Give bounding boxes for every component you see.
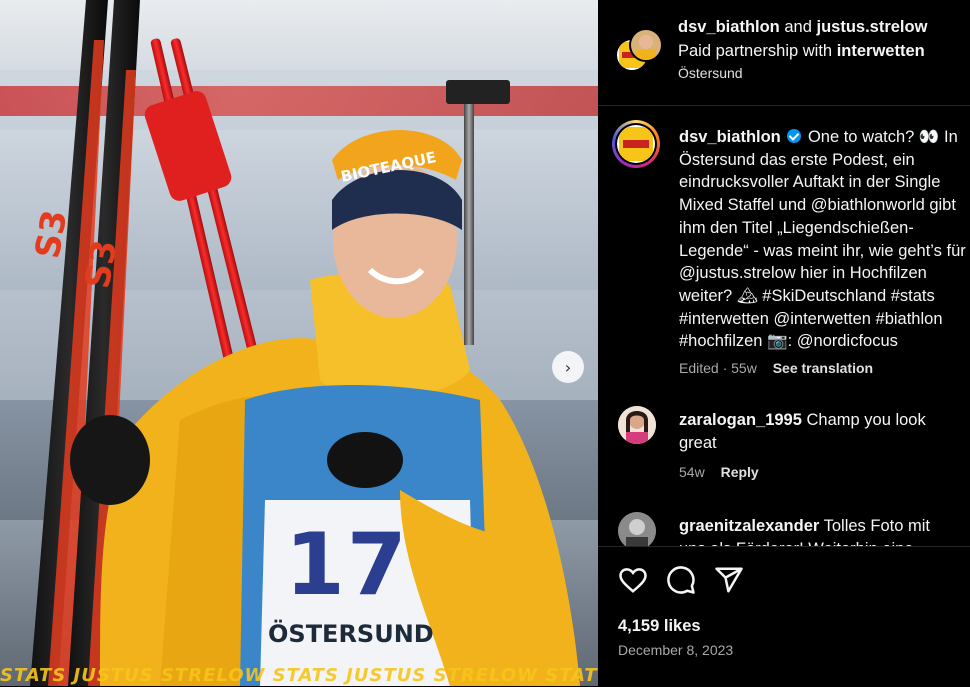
dsv-logo-icon	[619, 127, 653, 161]
carousel-next-button[interactable]: ›	[552, 351, 584, 383]
avatar-image	[617, 125, 655, 163]
bib-number: 17	[285, 515, 409, 615]
header-authors: dsv_biathlon and justus.strelow	[678, 18, 927, 37]
bib-text: ÖSTERSUND	[268, 620, 434, 648]
likes-count[interactable]: 4,159 likes	[618, 617, 701, 636]
comment-icon[interactable]	[666, 565, 696, 595]
partner-link[interactable]: interwetten	[837, 42, 925, 60]
comment-username[interactable]: zaralogan_1995	[679, 411, 802, 429]
post-date: December 8, 2023	[618, 642, 734, 658]
post-actions: 4,159 likes December 8, 2023	[598, 546, 970, 687]
justus-avatar[interactable]	[629, 28, 663, 62]
caption-meta: Edited · 55w See translation	[679, 360, 873, 376]
caption: dsv_biathlon One to watch? 👀 In Östersun…	[679, 126, 969, 353]
post-header: dsv_biathlon and justus.strelow Paid par…	[598, 0, 970, 106]
person-avatar-icon	[636, 35, 656, 60]
caption-avatar[interactable]	[612, 120, 660, 168]
person-avatar-icon	[618, 406, 656, 444]
comment-meta: 54w Reply	[679, 464, 759, 480]
location-link[interactable]: Östersund	[678, 65, 743, 81]
comment-avatar[interactable]	[618, 406, 656, 444]
verified-badge-icon	[787, 129, 802, 143]
comment-body: zaralogan_1995 Champ you look great	[679, 409, 959, 454]
share-icon[interactable]	[714, 565, 744, 595]
comment-username[interactable]: graenitzalexander	[679, 517, 819, 535]
and-text: and	[784, 18, 812, 36]
comment-body: graenitzalexander Tolles Foto mit uns al…	[679, 515, 959, 546]
instagram-post: S3 S3 17 ÖSTERSUND BIOTEAQUE STATS JUSTU…	[0, 0, 970, 687]
chevron-right-icon: ›	[564, 357, 572, 377]
comments-scroll-area[interactable]: dsv_biathlon One to watch? 👀 In Östersun…	[598, 106, 970, 546]
stats-overlay-text: STATS JUSTUS STRELOW STATS JUSTUS STRELO…	[0, 666, 598, 686]
caption-text: One to watch? 👀 In Östersund das erste P…	[679, 128, 966, 351]
reply-button[interactable]: Reply	[721, 464, 759, 480]
heart-icon[interactable]	[618, 565, 648, 595]
caption-edited: Edited · 55w	[679, 360, 757, 376]
see-translation-button[interactable]: See translation	[773, 360, 873, 376]
comment-avatar[interactable]	[618, 512, 656, 546]
collab-avatars[interactable]	[615, 28, 663, 74]
post-sidebar: dsv_biathlon and justus.strelow Paid par…	[598, 0, 970, 687]
person-avatar-icon	[618, 512, 656, 546]
avatar-ring-gap	[615, 123, 657, 165]
paid-partnership: Paid partnership with interwetten	[678, 42, 925, 61]
post-image[interactable]: S3 S3 17 ÖSTERSUND BIOTEAQUE STATS JUSTU…	[0, 0, 598, 686]
author-link-justus[interactable]: justus.strelow	[816, 18, 927, 36]
partnership-prefix: Paid partnership with	[678, 42, 833, 60]
author-link-dsv[interactable]: dsv_biathlon	[678, 18, 780, 36]
caption-author[interactable]: dsv_biathlon	[679, 128, 781, 146]
comment-age: 54w	[679, 464, 705, 480]
